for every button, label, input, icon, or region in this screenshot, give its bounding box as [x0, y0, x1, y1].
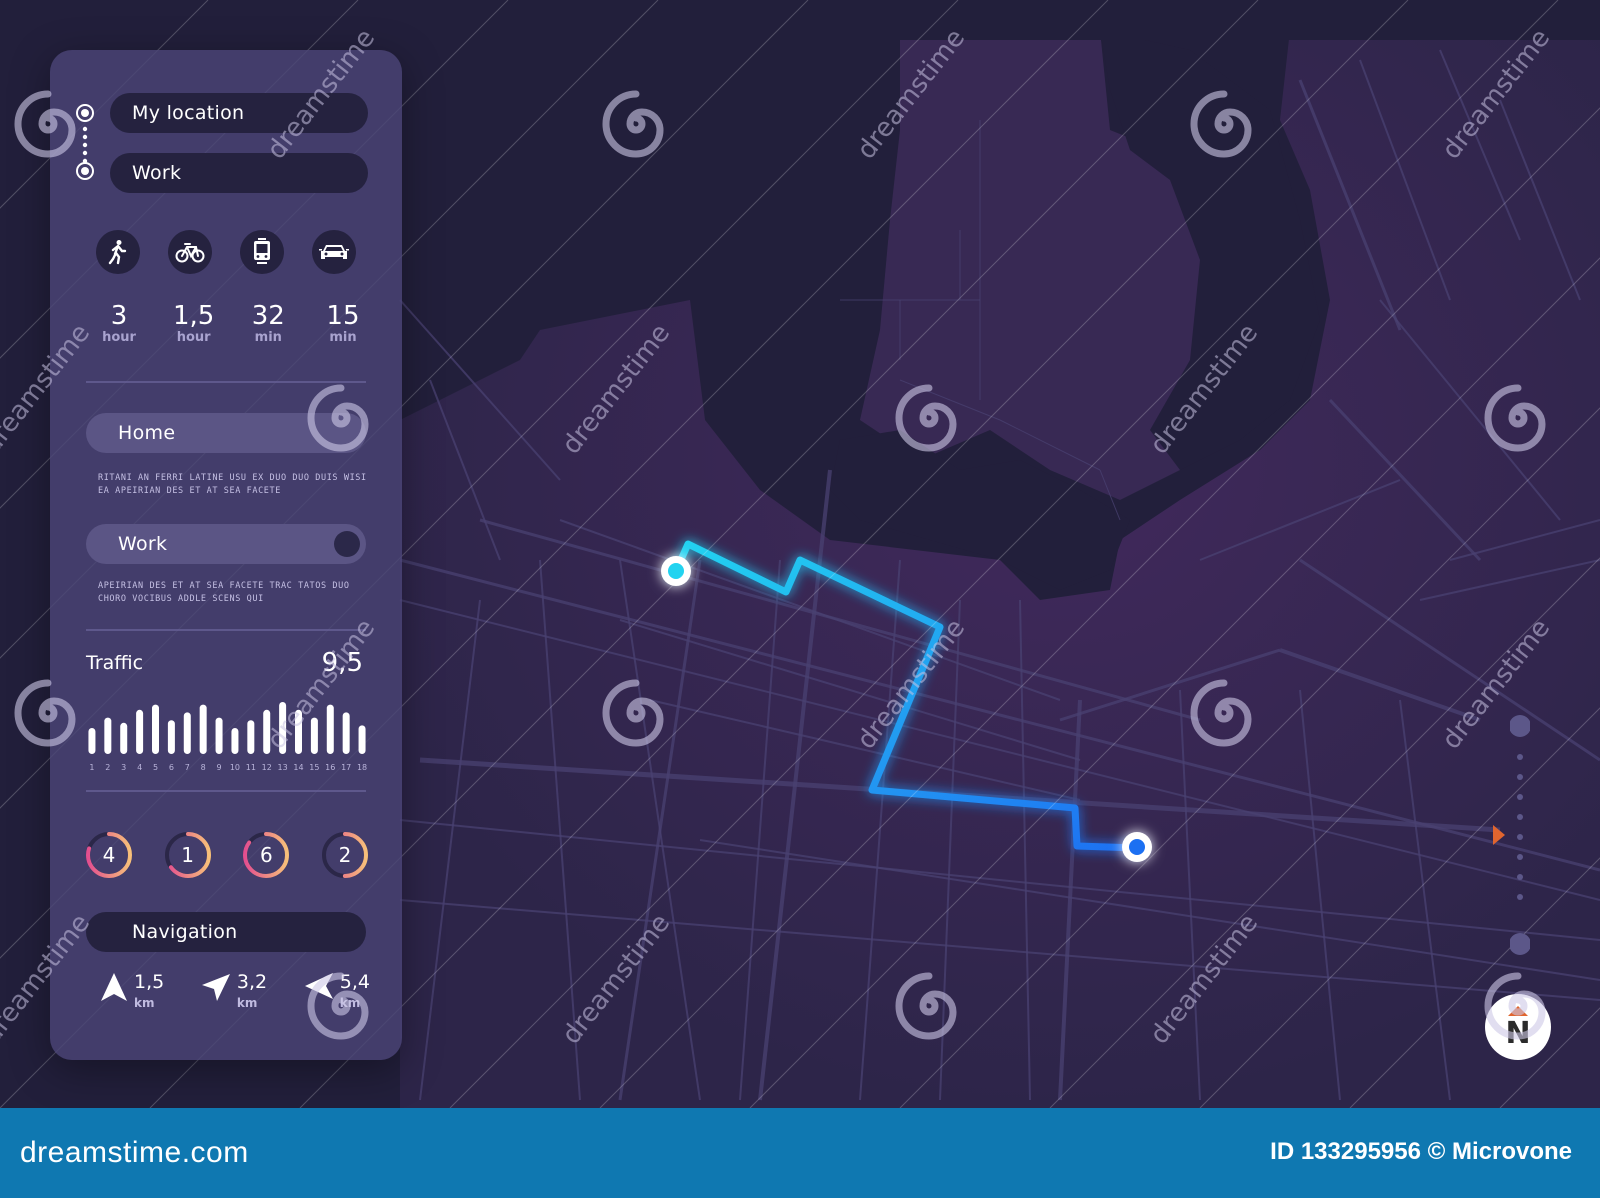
- map-top-shade: [0, 0, 1600, 40]
- traffic-tick-label: 5: [153, 763, 158, 772]
- traffic-tick-label: 9: [217, 763, 222, 772]
- car-icon: [319, 245, 349, 259]
- mode-transit-button[interactable]: [240, 230, 284, 274]
- walk-icon: [108, 240, 127, 265]
- traffic-bar: [152, 704, 159, 754]
- traffic-bar: [326, 704, 334, 754]
- nav-step[interactable]: 5,4 km: [304, 972, 370, 1010]
- route-end-marker[interactable]: [1122, 832, 1152, 862]
- indicator-value: 1: [181, 843, 195, 867]
- compass-label: N: [1505, 1016, 1531, 1051]
- traffic-tick-label: 10: [230, 763, 240, 772]
- traffic-bar: [88, 728, 96, 754]
- traffic-tick-label: 18: [357, 763, 367, 772]
- traffic-tick-label: 4: [137, 763, 142, 772]
- indicator-list: 4 1 6 2: [84, 830, 370, 880]
- compass-button[interactable]: N: [1485, 994, 1551, 1060]
- traffic-tick-label: 8: [201, 763, 206, 772]
- traffic-bar: [295, 709, 302, 754]
- indicator-gauge[interactable]: 1: [163, 830, 213, 880]
- traffic-bar: [183, 712, 191, 754]
- travel-time-walk: 3 hour: [102, 301, 136, 345]
- traffic-tick-label: 12: [262, 763, 272, 772]
- arrow-left-icon: [304, 973, 333, 999]
- traffic-bar: [199, 704, 207, 754]
- indicator-value: 2: [338, 843, 352, 867]
- traffic-bar: [136, 709, 144, 754]
- footer-bar: dreamstime.com ID 133295956 © Microvone: [0, 1108, 1600, 1198]
- arrow-turn-right-icon: [201, 974, 230, 1001]
- mode-walk-button[interactable]: [96, 230, 140, 274]
- indicator-gauge[interactable]: 6: [241, 830, 291, 880]
- traffic-bar: [104, 717, 112, 754]
- traffic-tick-label: 2: [105, 763, 110, 772]
- from-location-value: My location: [132, 102, 245, 124]
- travel-time-transit: 32 min: [251, 301, 285, 345]
- navigation-steps: 1,5 km 3,2 km 5,4 km: [100, 972, 370, 1010]
- place-home-toggle[interactable]: Home: [86, 413, 366, 453]
- traffic-bar: [310, 717, 318, 754]
- indicator-value: 6: [259, 843, 273, 867]
- divider: [86, 629, 366, 631]
- navigation-label: Navigation: [132, 921, 238, 943]
- indicator-gauge[interactable]: 4: [84, 830, 134, 880]
- traffic-tick-label: 1: [89, 763, 94, 772]
- traffic-bar: [263, 709, 271, 754]
- train-icon: [254, 238, 270, 264]
- traffic-tick-label: 16: [325, 763, 335, 772]
- traffic-tick-label: 14: [293, 763, 303, 772]
- traffic-tick-label: 11: [246, 763, 256, 772]
- arrow-up-icon: [101, 973, 127, 1001]
- place-home-description: RITANI AN FERRI LATINE USU EX DUO DUO DU…: [98, 473, 367, 496]
- zoom-level-pointer-icon[interactable]: [1492, 824, 1506, 846]
- mode-car-button[interactable]: [312, 230, 356, 274]
- traffic-value: 9,5: [321, 648, 363, 678]
- traffic-bar: [342, 712, 350, 754]
- traffic-bar-chart: 1 2 3 4 5 6 7 8 9 10 11 12 13 14 15 16 17 18: [88, 702, 367, 772]
- compass-north-arrow-icon: [1508, 1006, 1528, 1016]
- traffic-tick-label: 13: [278, 763, 288, 772]
- nav-step[interactable]: 1,5 km: [100, 972, 164, 1010]
- traffic-label: Traffic: [86, 652, 144, 674]
- footer-logo[interactable]: dreamstime.com: [20, 1136, 249, 1170]
- place-work-toggle[interactable]: Work: [86, 524, 366, 564]
- traffic-tick-label: 7: [185, 763, 190, 772]
- zoom-slider[interactable]: [1510, 712, 1530, 962]
- mode-bike-button[interactable]: [168, 230, 212, 274]
- traffic-tick-label: 15: [309, 763, 319, 772]
- traffic-bar: [231, 728, 239, 754]
- traffic-tick-label: 3: [121, 763, 126, 772]
- traffic-bar: [358, 725, 366, 754]
- traffic-tick-label: 6: [169, 763, 174, 772]
- travel-time-list: 3 hour 1,5 hour 32 min 15 min: [86, 302, 376, 345]
- travel-time-car: 15 min: [326, 301, 360, 345]
- indicator-gauge[interactable]: 2: [320, 830, 370, 880]
- route-connector-icon: [76, 104, 94, 180]
- travel-time-bike: 1,5 hour: [172, 301, 215, 345]
- to-location-input[interactable]: Work: [110, 153, 368, 193]
- indicator-value: 4: [102, 843, 116, 867]
- divider: [86, 790, 366, 792]
- transport-mode-list: [96, 230, 356, 274]
- traffic-bar: [167, 720, 175, 754]
- toggle-knob[interactable]: [334, 531, 360, 557]
- traffic-bar: [215, 717, 223, 754]
- place-work-description: APEIRIAN DES ET AT SEA FACETE TRAC TATOS…: [98, 581, 350, 604]
- navigation-button[interactable]: Navigation: [86, 912, 366, 952]
- traffic-bar: [279, 702, 287, 754]
- nav-step[interactable]: 3,2 km: [201, 972, 267, 1010]
- footer-credit: ID 133295956 © Microvone: [1270, 1138, 1572, 1165]
- divider: [86, 381, 366, 383]
- traffic-tick-label: 17: [341, 763, 351, 772]
- place-home-label: Home: [118, 422, 176, 444]
- traffic-bar: [247, 720, 255, 754]
- bicycle-icon: [175, 243, 205, 263]
- traffic-bar: [120, 722, 128, 754]
- place-work-label: Work: [118, 533, 168, 555]
- to-location-value: Work: [132, 162, 182, 184]
- from-location-input[interactable]: My location: [110, 93, 368, 133]
